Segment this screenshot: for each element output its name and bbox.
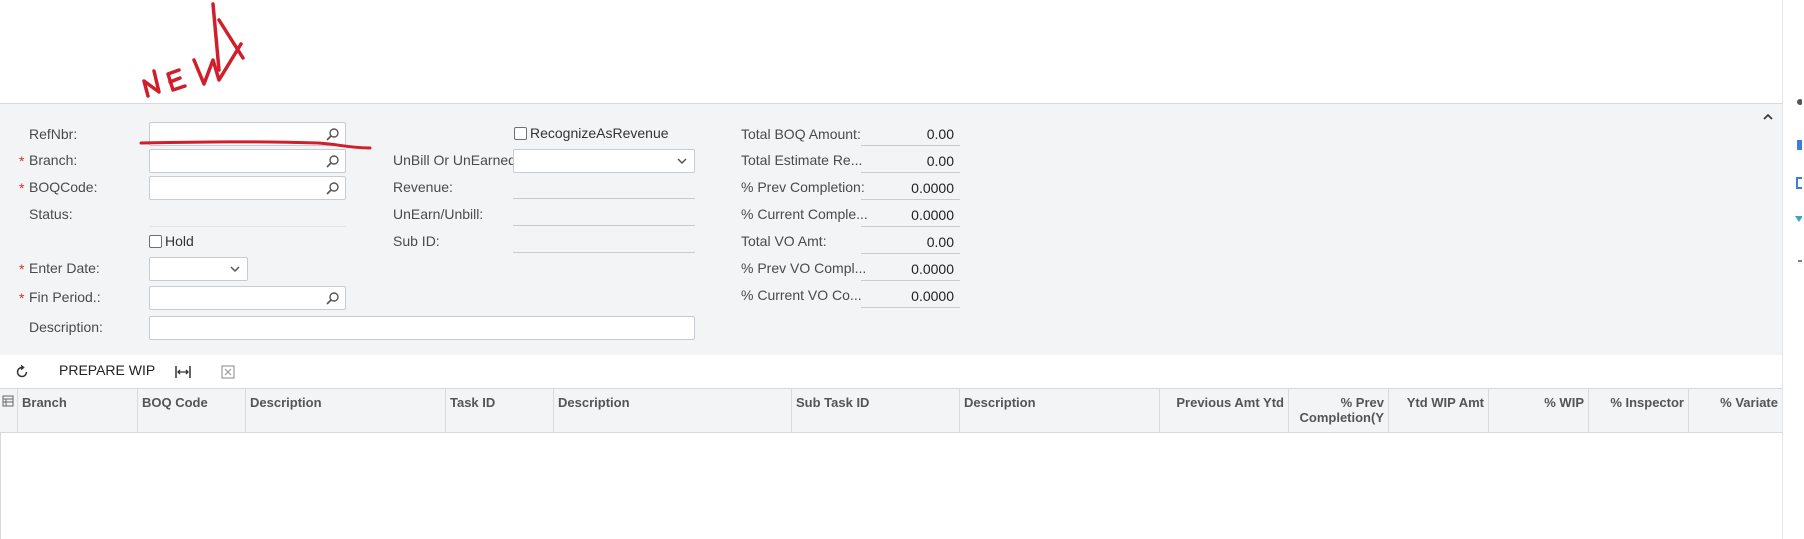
boqcode-selector[interactable] <box>149 176 346 200</box>
fit-columns-icon <box>175 366 191 378</box>
branch-label: Branch: <box>29 152 78 168</box>
description-input[interactable] <box>149 316 695 340</box>
boqcode-label: BOQCode: <box>29 179 98 195</box>
enter-date-picker[interactable] <box>149 257 248 281</box>
arrow-icon[interactable] <box>1786 253 1802 269</box>
prepare-wip-button[interactable]: PREPARE WIP <box>59 360 155 380</box>
grid-toolbar <box>0 355 1782 388</box>
revenue-label: Revenue: <box>393 179 453 195</box>
column-header-task-description[interactable]: Description <box>553 389 791 433</box>
column-header-sub-task-description[interactable]: Description <box>959 389 1159 433</box>
required-marker: * <box>19 180 25 196</box>
search-icon[interactable] <box>325 126 341 142</box>
prev-completion-label: % Prev Completion: <box>741 179 865 195</box>
unearn-unbill-label: UnEarn/Unbill: <box>393 206 484 222</box>
required-marker: * <box>19 290 25 306</box>
column-header-description[interactable]: Description <box>245 389 445 433</box>
grid-settings-icon <box>2 395 14 407</box>
chevron-down-icon[interactable] <box>227 261 243 277</box>
collapse-form-button[interactable] <box>1760 110 1776 126</box>
required-marker: * <box>19 261 25 277</box>
export-excel-icon <box>221 365 235 379</box>
document-icon[interactable] <box>1786 137 1802 153</box>
hold-label: Hold <box>165 233 194 249</box>
recognize-as-revenue-checkbox[interactable] <box>514 127 527 140</box>
column-header-task-id[interactable]: Task ID <box>445 389 553 433</box>
refresh-icon <box>16 364 28 378</box>
hold-checkbox[interactable] <box>149 235 162 248</box>
recognize-as-revenue-label: RecognizeAsRevenue <box>530 125 669 141</box>
fin-period-label: Fin Period.: <box>29 289 101 305</box>
right-side-rail <box>1782 0 1804 539</box>
unbill-or-unearned-dropdown[interactable] <box>513 149 695 173</box>
prev-vo-completion-label: % Prev VO Compl... <box>741 260 867 276</box>
refnbr-selector[interactable] <box>149 122 346 146</box>
description-label: Description: <box>29 319 103 335</box>
total-vo-amt-label: Total VO Amt: <box>741 233 827 249</box>
column-header-previous-amt-ytd[interactable]: Previous Amt Ytd <box>1159 389 1288 433</box>
prev-vo-completion-value: 0.0000 <box>861 257 960 281</box>
fit-columns-button[interactable] <box>174 361 194 381</box>
total-vo-amt-value: 0.00 <box>861 230 960 254</box>
notes-icon[interactable] <box>1786 175 1802 191</box>
unearn-unbill-value <box>513 225 695 226</box>
fin-period-selector[interactable] <box>149 286 346 310</box>
total-estimate-label: Total Estimate Re... <box>741 152 863 168</box>
column-header-variate-percent[interactable]: % Variate <box>1688 389 1782 433</box>
grid-header: Branch BOQ Code Description Task ID Desc… <box>0 388 1782 433</box>
search-icon[interactable] <box>325 290 341 306</box>
column-header-branch[interactable]: Branch <box>17 389 137 433</box>
filter-icon[interactable] <box>1786 213 1802 229</box>
current-vo-completion-label: % Current VO Co... <box>741 287 862 303</box>
chevron-up-icon <box>1763 113 1773 120</box>
export-excel-button[interactable] <box>220 361 240 381</box>
total-boq-amount-value: 0.00 <box>861 122 960 146</box>
refnbr-label: RefNbr: <box>29 126 78 142</box>
revenue-value <box>513 198 695 199</box>
current-completion-value: 0.0000 <box>861 203 960 227</box>
column-header-sub-task-id[interactable]: Sub Task ID <box>791 389 959 433</box>
required-marker: * <box>19 153 25 169</box>
refresh-button[interactable] <box>14 361 34 381</box>
status-value <box>149 226 346 227</box>
column-header-prev-completion[interactable]: % Prev Completion(Y <box>1288 389 1388 433</box>
sub-id-value <box>513 252 695 253</box>
current-completion-label: % Current Comple... <box>741 206 868 222</box>
column-header-inspector-percent[interactable]: % Inspector <box>1588 389 1688 433</box>
search-icon[interactable] <box>325 153 341 169</box>
column-settings-button[interactable] <box>0 389 17 433</box>
prev-completion-value: 0.0000 <box>861 176 960 200</box>
chevron-down-icon[interactable] <box>674 153 690 169</box>
unbill-or-unearned-label: UnBill Or UnEarned: <box>393 152 520 168</box>
user-icon[interactable] <box>1786 96 1802 112</box>
branch-selector[interactable] <box>149 149 346 173</box>
sub-id-label: Sub ID: <box>393 233 440 249</box>
current-vo-completion-value: 0.0000 <box>861 284 960 308</box>
enter-date-label: Enter Date: <box>29 260 100 276</box>
column-header-ytd-wip-amt[interactable]: Ytd WIP Amt <box>1388 389 1488 433</box>
total-boq-amount-label: Total BOQ Amount: <box>741 126 861 142</box>
column-header-wip-percent[interactable]: % WIP <box>1488 389 1588 433</box>
status-label: Status: <box>29 206 73 222</box>
grid-body[interactable] <box>0 433 1782 539</box>
search-icon[interactable] <box>325 180 341 196</box>
top-blank-area <box>0 0 1804 103</box>
column-header-boq-code[interactable]: BOQ Code <box>137 389 245 433</box>
total-estimate-value: 0.00 <box>861 149 960 173</box>
